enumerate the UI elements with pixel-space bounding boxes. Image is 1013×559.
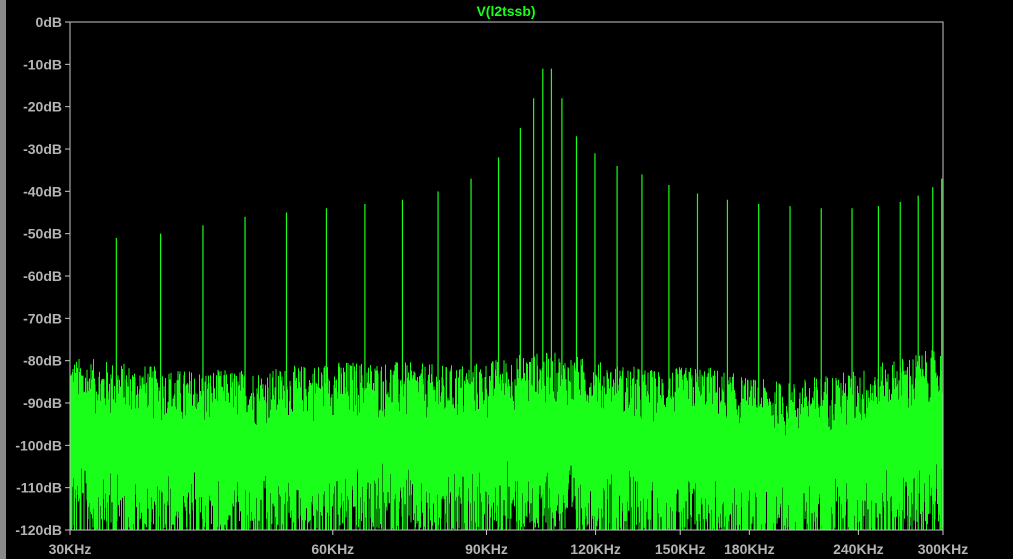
noise-floor-path <box>69 350 944 530</box>
y-tick-label: -50dB <box>23 226 62 242</box>
left-strip <box>0 0 6 559</box>
x-tick-label: 90KHz <box>465 541 508 557</box>
y-tick-label: 0dB <box>36 14 62 30</box>
x-tick-label: 300KHz <box>918 541 969 557</box>
chart-title: V(l2tssb) <box>476 3 535 19</box>
x-tick-label: 180KHz <box>724 541 775 557</box>
y-tick-label: -30dB <box>23 141 62 157</box>
y-tick-label: -100dB <box>15 437 62 453</box>
x-tick-label: 60KHz <box>311 541 354 557</box>
y-tick-label: -20dB <box>23 99 62 115</box>
x-tick-label: 30KHz <box>49 541 92 557</box>
x-tick-label: 120KHz <box>570 541 621 557</box>
x-tick-label: 150KHz <box>655 541 706 557</box>
y-tick-label: -40dB <box>23 183 62 199</box>
spectrum-chart: V(l2tssb) 0dB -10dB -20dB -30dB -40dB -50dB -6… <box>0 0 969 559</box>
y-tick-label: -110dB <box>16 480 62 496</box>
noise-floor <box>69 350 944 530</box>
x-tick-label: 240KHz <box>833 541 884 557</box>
y-tick-label: -90dB <box>23 395 62 411</box>
y-tick-label: -80dB <box>23 353 62 369</box>
y-tick-label: -10dB <box>23 56 62 72</box>
y-tick-label: -120dB <box>15 522 62 538</box>
y-tick-label: -70dB <box>23 310 62 326</box>
y-tick-label: -60dB <box>23 268 62 284</box>
